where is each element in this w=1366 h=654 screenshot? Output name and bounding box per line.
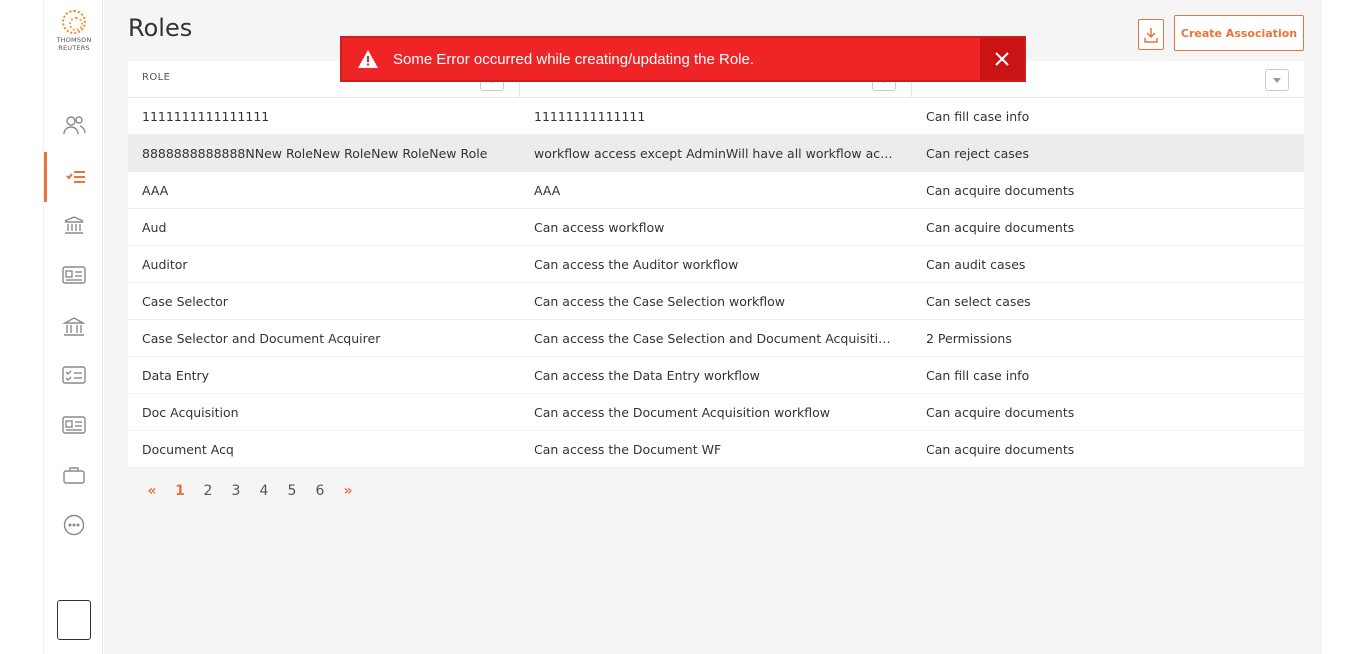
logo-text-line2: REUTERS [58, 44, 90, 52]
role-name: Auditor [142, 257, 188, 272]
error-toast: Some Error occurred while creating/updat… [340, 36, 1026, 82]
pagination-page-6[interactable]: 6 [306, 483, 334, 499]
pagination-next[interactable]: » [334, 483, 362, 499]
thomson-reuters-logo: THOMSON REUTERS [44, 10, 104, 52]
main-content: Roles Create Association ROLE 1111111111… [104, 0, 1322, 654]
right-margin [1322, 0, 1366, 654]
pagination-page-5[interactable]: 5 [278, 483, 306, 499]
role-name: Aud [142, 220, 167, 235]
role-description: workflow access except AdminWill have al… [534, 146, 898, 161]
error-message: Some Error occurred while creating/updat… [393, 50, 755, 68]
pagination-page-3[interactable]: 3 [222, 483, 250, 499]
sidebar-item-users[interactable] [44, 108, 104, 142]
table-row[interactable]: 1111111111111111 11111111111111 Can fill… [128, 98, 1304, 135]
id-card-icon [62, 266, 86, 284]
briefcase-icon [63, 467, 85, 484]
role-description: 11111111111111 [534, 109, 646, 124]
logo-mark-icon [62, 10, 86, 34]
sidebar-item-roles[interactable] [44, 152, 104, 202]
role-name: Document Acq [142, 442, 234, 457]
role-permissions: Can acquire documents [926, 183, 1075, 198]
table-row[interactable]: Aud Can access workflow Can acquire docu… [128, 209, 1304, 246]
sidebar-item-checklist[interactable] [44, 358, 104, 392]
pagination: « 1 2 3 4 5 6 » [138, 483, 362, 499]
table-row[interactable]: AAA AAA Can acquire documents [128, 172, 1304, 209]
id-card-icon [62, 416, 86, 434]
download-icon [1144, 27, 1158, 43]
table-row[interactable]: Case Selector Can access the Case Select… [128, 283, 1304, 320]
more-icon [63, 514, 85, 536]
role-permissions: Can acquire documents [926, 220, 1075, 235]
role-name: Case Selector and Document Acquirer [142, 331, 381, 346]
role-permissions: 2 Permissions [926, 331, 1012, 346]
checklist-icon [62, 366, 86, 384]
bank-icon [63, 317, 85, 336]
download-button[interactable] [1138, 19, 1164, 50]
role-description: Can access the Auditor workflow [534, 257, 739, 272]
pagination-page-1[interactable]: 1 [166, 483, 194, 499]
role-name: 8888888888888NNew RoleNew RoleNew RoleNe… [142, 146, 488, 161]
role-permissions: Can acquire documents [926, 442, 1075, 457]
table-row[interactable]: Doc Acquisition Can access the Document … [128, 394, 1304, 431]
sidebar-item-institution[interactable] [44, 208, 104, 242]
create-association-button[interactable]: Create Association [1174, 15, 1304, 51]
role-description: AAA [534, 183, 561, 198]
logo-text-line1: THOMSON [56, 36, 92, 44]
table-row[interactable]: Data Entry Can access the Data Entry wor… [128, 357, 1304, 394]
user-avatar[interactable] [57, 600, 91, 640]
pagination-page-4[interactable]: 4 [250, 483, 278, 499]
column-label-role: ROLE [142, 72, 171, 83]
role-description: Can access the Document Acquisition work… [534, 405, 831, 420]
sidebar-item-bank[interactable] [44, 310, 104, 344]
sidebar-item-briefcase[interactable] [44, 458, 104, 492]
role-description: Can access the Data Entry workflow [534, 368, 760, 383]
role-name: Doc Acquisition [142, 405, 239, 420]
roles-table: ROLE 1111111111111111 11111111111111 Can… [128, 61, 1304, 468]
role-name: Case Selector [142, 294, 228, 309]
sidebar: THOMSON REUTERS [43, 0, 103, 654]
role-description: Can access the Document WF [534, 442, 722, 457]
close-icon [995, 52, 1009, 66]
role-description: Can access workflow [534, 220, 665, 235]
warning-icon [357, 49, 379, 69]
sidebar-item-more[interactable] [44, 508, 104, 542]
role-permissions: Can acquire documents [926, 405, 1075, 420]
table-row[interactable]: Case Selector and Document Acquirer Can … [128, 320, 1304, 357]
role-permissions: Can select cases [926, 294, 1031, 309]
role-permissions: Can audit cases [926, 257, 1026, 272]
role-permissions: Can fill case info [926, 368, 1030, 383]
pagination-page-2[interactable]: 2 [194, 483, 222, 499]
table-row[interactable]: Document Acq Can access the Document WF … [128, 431, 1304, 468]
close-toast-button[interactable] [980, 38, 1024, 80]
sidebar-item-contact-card[interactable] [44, 258, 104, 292]
table-row[interactable]: 8888888888888NNew RoleNew RoleNew RoleNe… [128, 135, 1304, 172]
role-name: Data Entry [142, 368, 210, 383]
institution-icon [64, 216, 84, 234]
role-description: Can access the Case Selection and Docume… [534, 331, 898, 346]
chevron-down-icon [1273, 77, 1281, 83]
role-permissions: Can fill case info [926, 109, 1030, 124]
role-name: 1111111111111111 [142, 109, 270, 124]
users-icon [63, 116, 86, 135]
permissions-filter-button[interactable] [1265, 69, 1289, 91]
table-row[interactable]: Auditor Can access the Auditor workflow … [128, 246, 1304, 283]
list-icon [65, 171, 85, 183]
role-name: AAA [142, 183, 169, 198]
sidebar-item-id-card[interactable] [44, 408, 104, 442]
pagination-prev[interactable]: « [138, 483, 166, 499]
role-permissions: Can reject cases [926, 146, 1029, 161]
role-description: Can access the Case Selection workflow [534, 294, 786, 309]
page-title: Roles [128, 14, 193, 42]
